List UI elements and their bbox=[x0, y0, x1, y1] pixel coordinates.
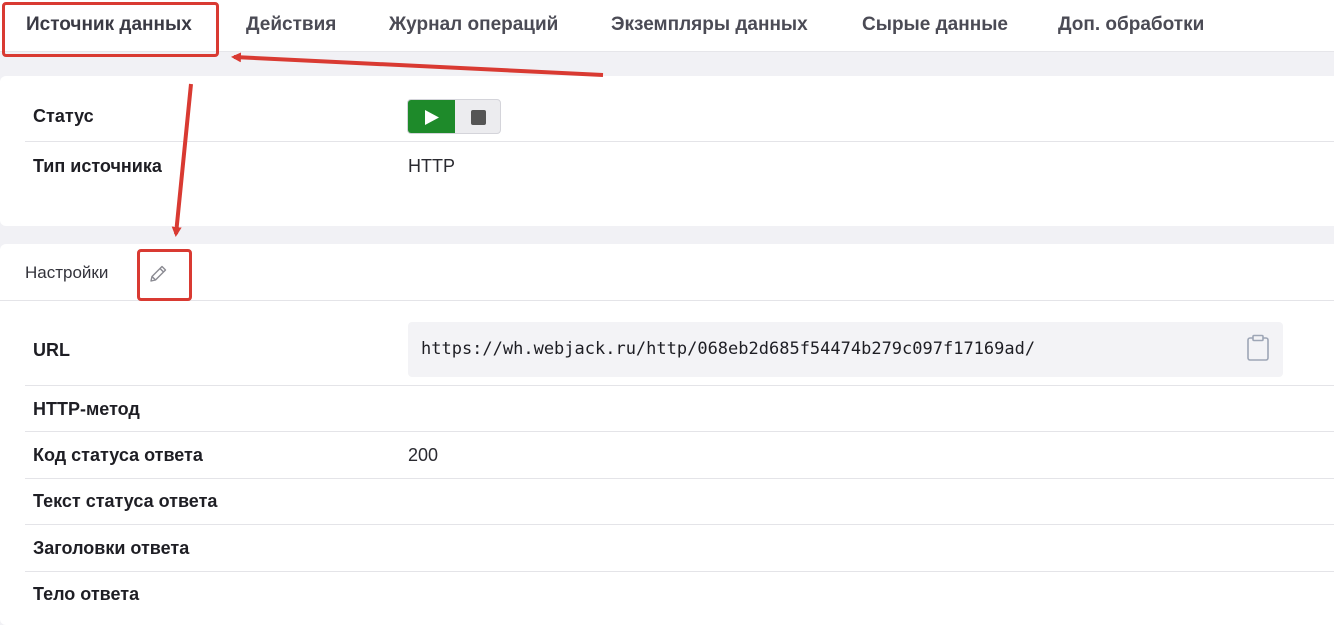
tab-data-instances[interactable]: Экземпляры данных bbox=[611, 14, 808, 40]
response-code-value: 200 bbox=[408, 445, 439, 465]
divider bbox=[25, 524, 1334, 525]
highlight-box-tab bbox=[2, 2, 219, 57]
response-status-text-label: Текст статуса ответа bbox=[33, 491, 218, 511]
settings-card: Настройки URL https://wh.webjack.ru/http… bbox=[0, 244, 1334, 625]
http-method-label: HTTP-метод bbox=[33, 399, 140, 419]
tab-operations-log[interactable]: Журнал операций bbox=[389, 14, 558, 40]
tab-actions[interactable]: Действия bbox=[246, 14, 336, 40]
settings-title: Настройки bbox=[25, 263, 109, 282]
divider bbox=[25, 431, 1334, 432]
tab-extra-processing[interactable]: Доп. обработки bbox=[1058, 14, 1204, 40]
status-toggle bbox=[407, 99, 501, 134]
divider bbox=[25, 478, 1334, 479]
url-field[interactable]: https://wh.webjack.ru/http/068eb2d685f54… bbox=[408, 322, 1283, 377]
stop-icon bbox=[471, 110, 486, 125]
highlight-box-edit bbox=[137, 249, 192, 301]
play-icon bbox=[425, 110, 439, 125]
tab-raw-data[interactable]: Сырые данные bbox=[862, 14, 1008, 40]
url-value: https://wh.webjack.ru/http/068eb2d685f54… bbox=[421, 339, 1036, 359]
arrow-to-tab bbox=[231, 52, 604, 77]
response-code-label: Код статуса ответа bbox=[33, 445, 203, 465]
divider bbox=[25, 141, 1334, 142]
divider bbox=[25, 571, 1334, 572]
response-body-label: Тело ответа bbox=[33, 584, 140, 604]
start-button[interactable] bbox=[408, 100, 455, 133]
source-type-label: Тип источника bbox=[33, 156, 162, 176]
url-label: URL bbox=[33, 340, 70, 360]
source-type-value: HTTP bbox=[408, 156, 455, 176]
settings-header: Настройки bbox=[0, 244, 1334, 301]
clipboard-icon[interactable] bbox=[1246, 334, 1270, 362]
divider bbox=[25, 385, 1334, 386]
stop-button[interactable] bbox=[455, 100, 500, 133]
response-headers-label: Заголовки ответа bbox=[33, 538, 190, 558]
status-label: Статус bbox=[33, 106, 94, 126]
source-card: Статус Тип источника HTTP bbox=[0, 76, 1334, 226]
